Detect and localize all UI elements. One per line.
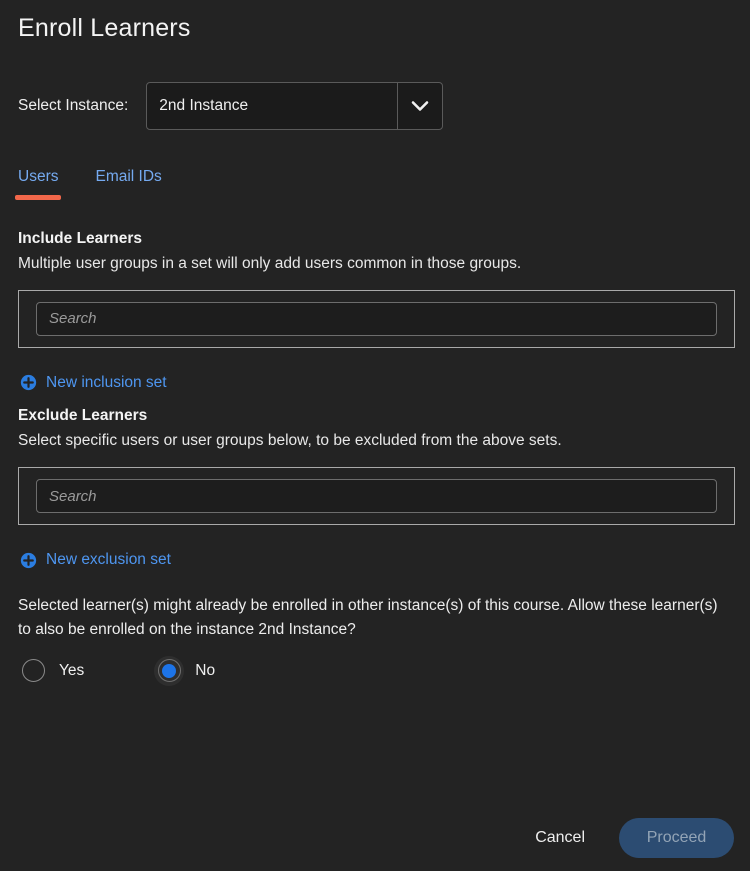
tab-bar: Users Email IDs bbox=[14, 168, 734, 200]
instance-select[interactable]: 2nd Instance bbox=[146, 82, 444, 130]
new-exclusion-set-label: New exclusion set bbox=[46, 551, 171, 569]
dialog-footer: Cancel Proceed bbox=[525, 818, 734, 858]
radio-option-no[interactable]: No bbox=[154, 655, 216, 686]
cancel-button[interactable]: Cancel bbox=[525, 821, 595, 855]
radio-no-label: No bbox=[195, 661, 216, 679]
page-title: Enroll Learners bbox=[18, 14, 191, 42]
tab-users-label: Users bbox=[18, 168, 59, 185]
radio-no-indicator bbox=[154, 655, 185, 686]
exclude-exclusion-set bbox=[18, 467, 735, 526]
enrollment-note: Selected learner(s) might already be enr… bbox=[18, 596, 718, 638]
instance-select-value: 2nd Instance bbox=[159, 97, 249, 114]
select-instance-label: Select Instance: bbox=[18, 97, 129, 114]
select-instance-row: Select Instance: 2nd Instance bbox=[16, 82, 734, 130]
new-exclusion-set-button[interactable]: New exclusion set bbox=[20, 551, 171, 569]
new-inclusion-set-label: New inclusion set bbox=[46, 373, 167, 391]
tab-email-ids-label: Email IDs bbox=[95, 168, 162, 185]
radio-yes-label: Yes bbox=[59, 661, 85, 679]
include-learners-section: Include Learners Multiple user groups in… bbox=[16, 230, 735, 396]
tab-users[interactable]: Users bbox=[14, 168, 63, 200]
exclude-learners-heading: Exclude Learners bbox=[18, 407, 148, 425]
exclude-learners-section: Exclude Learners Select specific users o… bbox=[16, 407, 735, 573]
include-search-input[interactable] bbox=[36, 301, 717, 336]
plus-circle-icon bbox=[20, 375, 37, 391]
allow-enrollment-radio-group: Yes No bbox=[16, 655, 734, 686]
include-inclusion-set bbox=[18, 289, 735, 348]
new-inclusion-set-button[interactable]: New inclusion set bbox=[20, 374, 167, 392]
plus-circle-icon bbox=[20, 552, 37, 568]
exclude-learners-description: Select specific users or user groups bel… bbox=[18, 432, 562, 450]
radio-yes-indicator bbox=[18, 656, 48, 686]
include-learners-description: Multiple user groups in a set will only … bbox=[18, 255, 522, 272]
radio-option-yes[interactable]: Yes bbox=[18, 656, 84, 686]
tab-email-ids[interactable]: Email IDs bbox=[95, 168, 161, 200]
include-learners-heading: Include Learners bbox=[18, 230, 143, 247]
exclude-search-input[interactable] bbox=[36, 479, 717, 514]
enroll-learners-dialog: Enroll Learners Select Instance: 2nd Ins… bbox=[0, 0, 750, 871]
chevron-down-icon[interactable] bbox=[397, 83, 442, 129]
proceed-button[interactable]: Proceed bbox=[619, 818, 734, 858]
